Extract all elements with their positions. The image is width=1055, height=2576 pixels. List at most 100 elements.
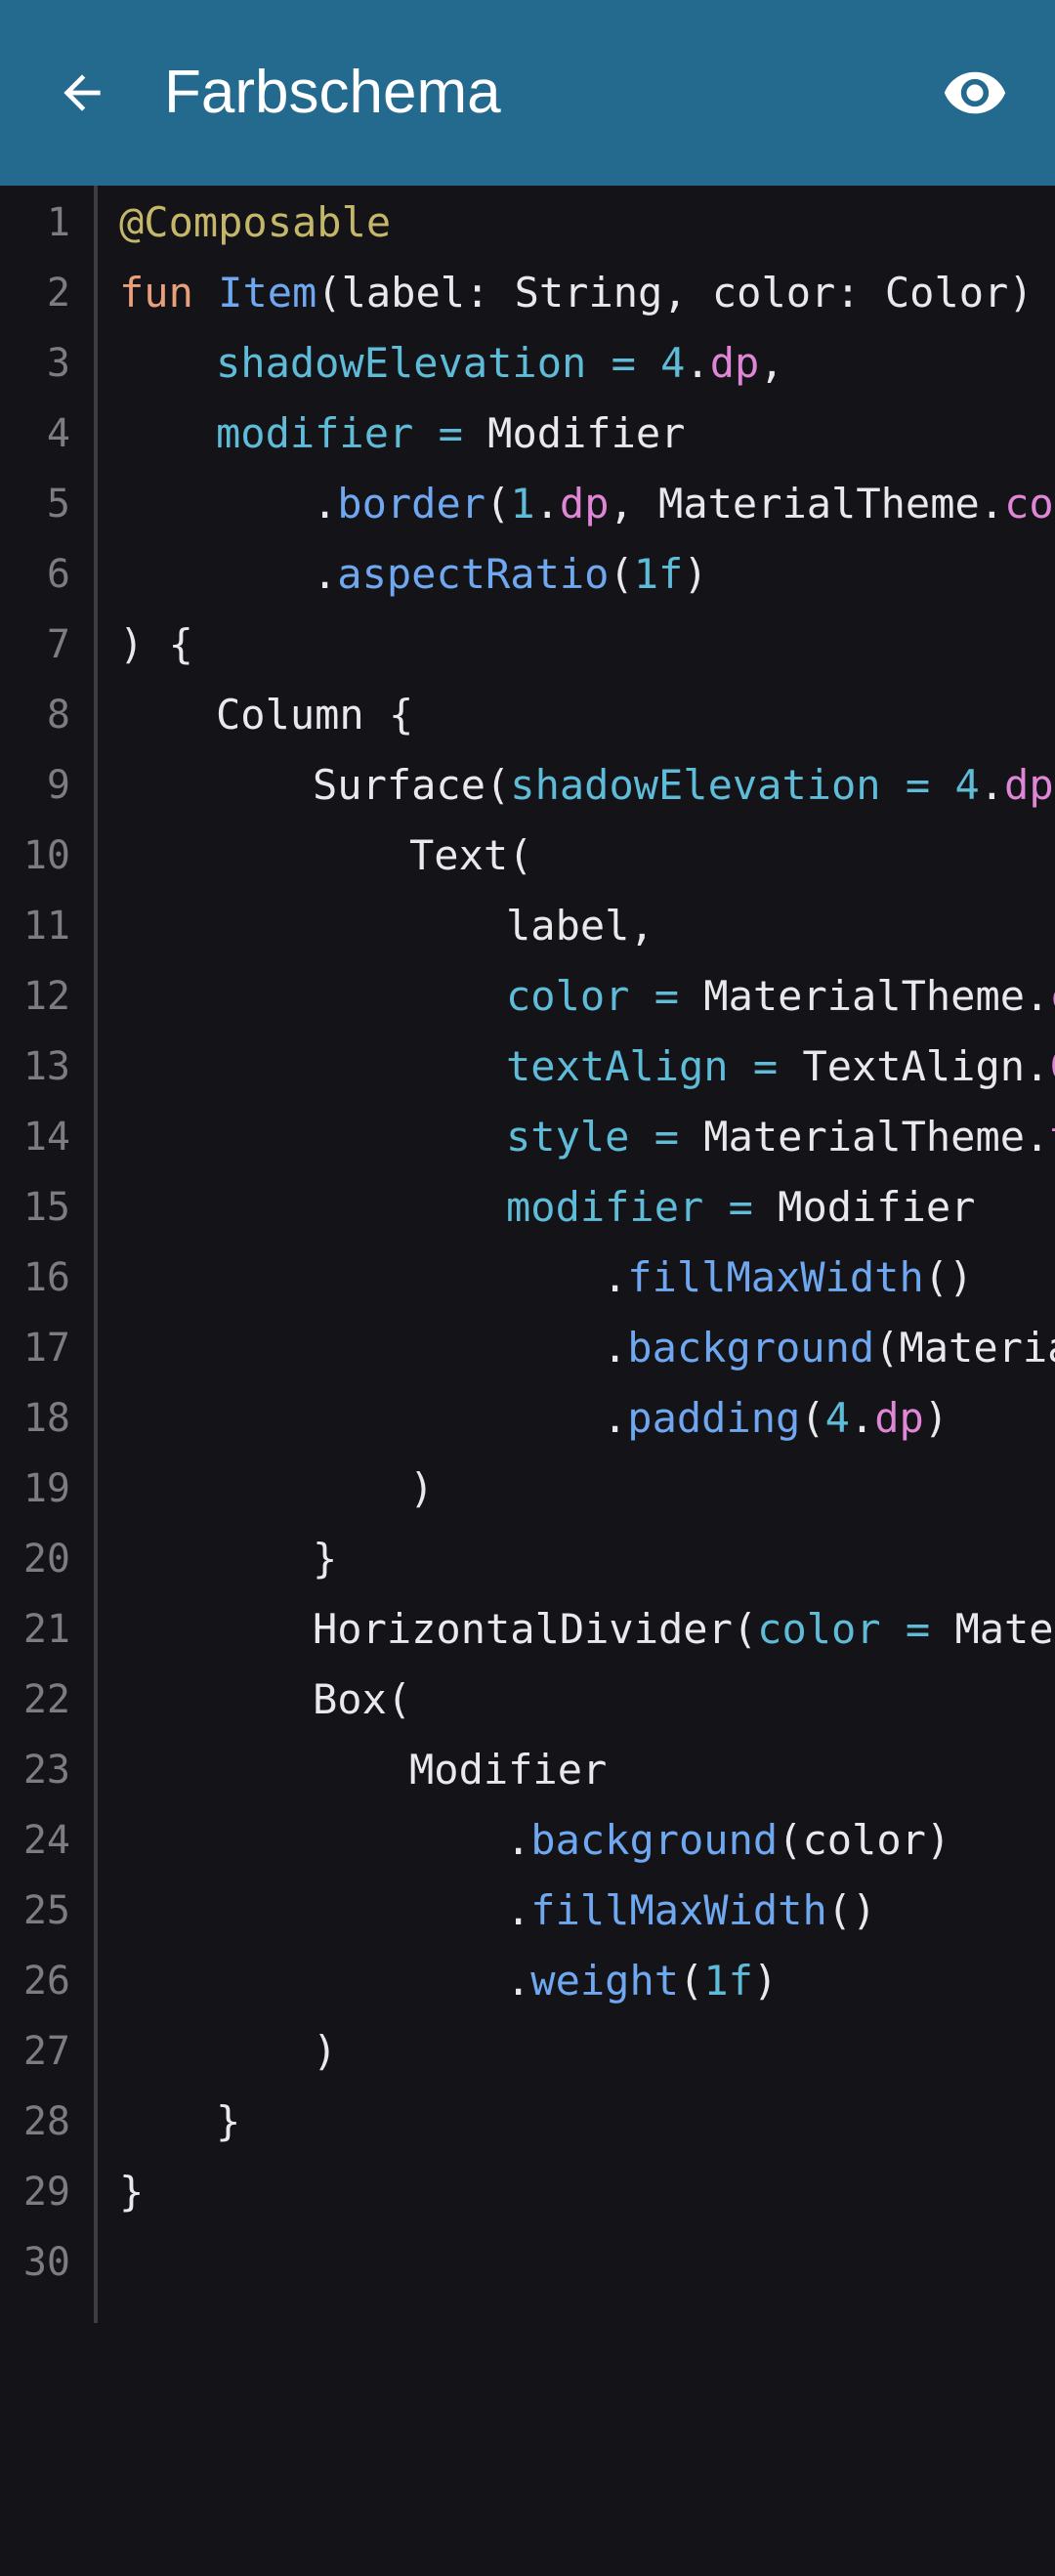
code-line[interactable]: 20} bbox=[0, 1524, 1055, 1594]
code-text: Modifier bbox=[409, 1735, 607, 1805]
code-line[interactable]: 9 Surface(shadowElevation = 4.dp, bbox=[0, 750, 1055, 821]
code-line[interactable]: 17 .background(Materia bbox=[0, 1313, 1055, 1383]
code-area[interactable]: 1 @Composable 2 fun Item(label: String, col… bbox=[0, 188, 1055, 2298]
code-token: = bbox=[629, 972, 704, 1020]
code-token: ) bbox=[409, 1464, 435, 1512]
line-number: 30 bbox=[22, 2240, 70, 2285]
code-line[interactable]: 23 Modifier bbox=[0, 1735, 1055, 1805]
code-line[interactable]: 29} bbox=[0, 2157, 1055, 2227]
eye-icon bbox=[944, 71, 1006, 114]
code-token: dp bbox=[874, 1394, 924, 1442]
code-token: dp bbox=[559, 480, 610, 528]
code-text: HorizontalDivider(color = Mater bbox=[313, 1594, 1055, 1665]
code-text: .background(color) bbox=[506, 1805, 950, 1876]
code-token: ) bbox=[683, 550, 708, 598]
code-token: fillMaxWidth bbox=[530, 1886, 827, 1934]
line-number: 27 bbox=[22, 2029, 70, 2074]
code-text: style = MaterialTheme.t bbox=[506, 1102, 1055, 1172]
line-number: 23 bbox=[22, 1748, 70, 1793]
line-number: 20 bbox=[22, 1537, 70, 1582]
code-token: ) bbox=[752, 1957, 779, 2005]
code-token: = bbox=[728, 1042, 803, 1090]
code-token: dp bbox=[1004, 761, 1054, 809]
code-line[interactable]: 6 .aspectRatio(1f) bbox=[0, 539, 1055, 610]
code-line[interactable]: 18 .padding(4.dp) bbox=[0, 1383, 1055, 1454]
code-token: fun bbox=[119, 269, 219, 317]
line-number: 17 bbox=[22, 1326, 70, 1371]
code-token: . bbox=[506, 1886, 531, 1934]
code-line[interactable]: 13 textAlign = TextAlign.C bbox=[0, 1032, 1055, 1102]
code-editor[interactable]: 1 @Composable 2 fun Item(label: String, col… bbox=[0, 186, 1055, 2576]
code-token: t bbox=[1049, 1113, 1055, 1161]
code-line[interactable]: 10 Text( bbox=[0, 821, 1055, 891]
code-token: . bbox=[313, 550, 338, 598]
code-line[interactable]: 5.border(1.dp, MaterialTheme.col bbox=[0, 469, 1055, 539]
code-token: . bbox=[849, 1394, 875, 1442]
code-line[interactable]: 25 .fillMaxWidth() bbox=[0, 1876, 1055, 1946]
code-token: Mater bbox=[954, 1605, 1055, 1653]
code-line[interactable]: 4 modifier = Modifier bbox=[0, 399, 1055, 469]
code-token: Modifier bbox=[409, 1746, 608, 1794]
arrow-left-icon bbox=[63, 74, 101, 111]
line-number: 7 bbox=[46, 622, 70, 667]
code-line[interactable]: 11 label, bbox=[0, 891, 1055, 961]
line-number: 8 bbox=[46, 693, 70, 738]
code-token: label, bbox=[506, 902, 654, 950]
code-token: } bbox=[119, 2168, 145, 2216]
code-text: Box( bbox=[313, 1665, 411, 1735]
code-text: } bbox=[216, 2087, 240, 2157]
code-token: Modifier bbox=[778, 1183, 976, 1231]
line-number: 14 bbox=[22, 1115, 70, 1160]
code-line[interactable]: 8 Column { bbox=[0, 680, 1055, 750]
code-text: textAlign = TextAlign.C bbox=[506, 1032, 1055, 1102]
code-line[interactable]: 28} bbox=[0, 2087, 1055, 2157]
code-token: shadowElevation bbox=[510, 761, 881, 809]
code-token: style bbox=[506, 1113, 630, 1161]
code-token: Surface( bbox=[313, 761, 511, 809]
code-token: (Materia bbox=[874, 1324, 1055, 1372]
preview-button[interactable] bbox=[936, 54, 1014, 132]
code-token: 1 bbox=[510, 480, 535, 528]
code-line[interactable]: 14 style = MaterialTheme.t bbox=[0, 1102, 1055, 1172]
code-token: , bbox=[759, 339, 784, 387]
code-line[interactable]: 1 @Composable bbox=[0, 188, 1055, 258]
code-token: = bbox=[629, 1113, 704, 1161]
code-token: . bbox=[979, 761, 1005, 809]
code-line[interactable]: 30 bbox=[0, 2227, 1055, 2298]
code-line[interactable]: 2 fun Item(label: String, color: Color) = bbox=[0, 258, 1055, 328]
code-line[interactable]: 27) bbox=[0, 2016, 1055, 2087]
code-token: (color) bbox=[778, 1816, 951, 1864]
code-text: Text( bbox=[409, 821, 532, 891]
code-text: label, bbox=[506, 891, 654, 961]
code-token: modifier bbox=[216, 409, 414, 457]
code-token: textAlign bbox=[506, 1042, 729, 1090]
code-line[interactable]: 21 HorizontalDivider(color = Mater bbox=[0, 1594, 1055, 1665]
code-line[interactable]: 24 .background(color) bbox=[0, 1805, 1055, 1876]
code-line[interactable]: 15 modifier = Modifier bbox=[0, 1172, 1055, 1243]
line-number: 10 bbox=[22, 833, 70, 878]
code-line[interactable]: 26 .weight(1f) bbox=[0, 1946, 1055, 2016]
code-token: padding bbox=[627, 1394, 801, 1442]
code-token: background bbox=[530, 1816, 779, 1864]
code-token: 1f bbox=[703, 1957, 753, 2005]
code-text: .fillMaxWidth() bbox=[506, 1876, 876, 1946]
code-token: fillMaxWidth bbox=[627, 1253, 924, 1301]
code-token: modifier bbox=[506, 1183, 704, 1231]
code-token: ) { bbox=[119, 620, 193, 668]
code-line[interactable]: 7 ) { bbox=[0, 610, 1055, 680]
code-token: . bbox=[506, 1957, 531, 2005]
code-token: ( bbox=[485, 480, 511, 528]
line-number: 16 bbox=[22, 1255, 70, 1300]
line-number: 29 bbox=[22, 2170, 70, 2215]
code-line[interactable]: 3 shadowElevation = 4.dp, bbox=[0, 328, 1055, 399]
page-title: Farbschema bbox=[164, 59, 501, 126]
code-text: .fillMaxWidth() bbox=[603, 1243, 973, 1313]
code-line[interactable]: 12 color = MaterialTheme.c bbox=[0, 961, 1055, 1032]
code-token: shadowElevation bbox=[216, 339, 587, 387]
code-line[interactable]: 22 Box( bbox=[0, 1665, 1055, 1735]
back-button[interactable] bbox=[43, 54, 121, 132]
code-token: ) bbox=[923, 1394, 950, 1442]
code-line[interactable]: 16 .fillMaxWidth() bbox=[0, 1243, 1055, 1313]
code-text: Surface(shadowElevation = 4.dp, bbox=[313, 750, 1055, 821]
code-line[interactable]: 19) bbox=[0, 1454, 1055, 1524]
